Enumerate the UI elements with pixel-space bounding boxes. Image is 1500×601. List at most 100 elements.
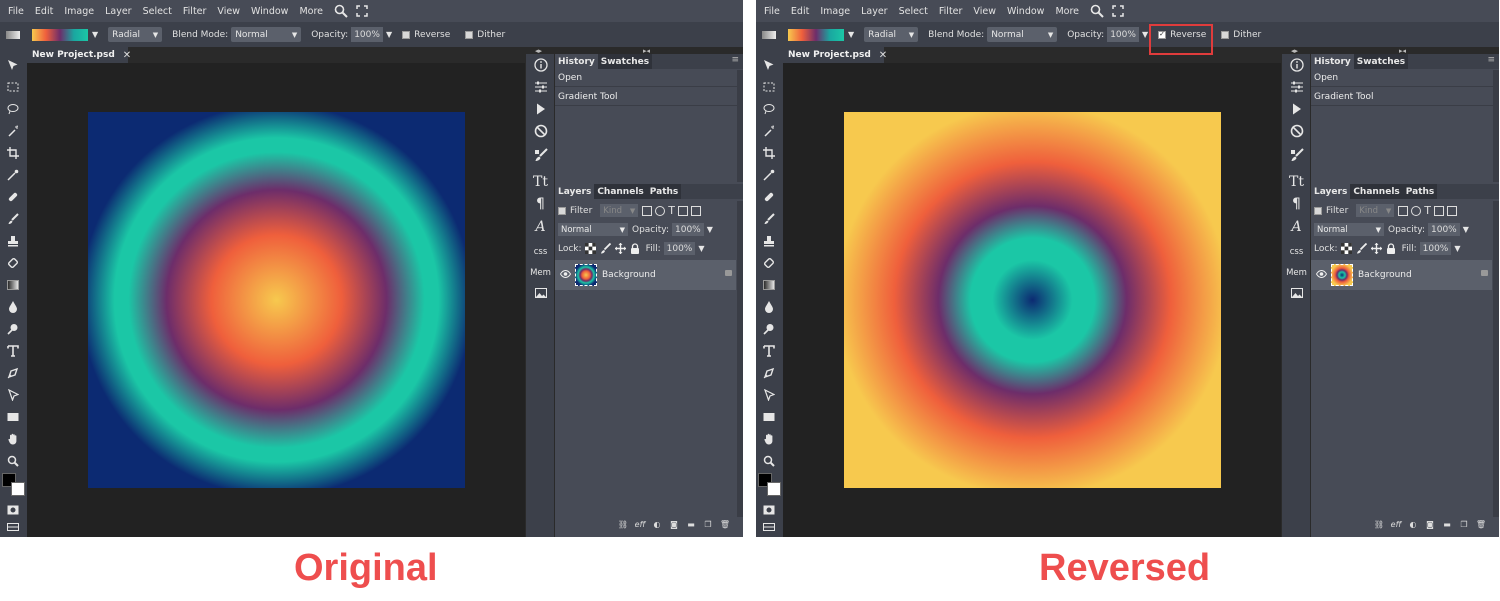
marquee-tool-icon[interactable] — [761, 79, 777, 95]
history-item[interactable]: Open — [555, 70, 737, 87]
lock-pixels-icon[interactable] — [1356, 243, 1367, 254]
info-icon[interactable] — [1288, 57, 1305, 73]
type-tool-icon[interactable] — [761, 343, 777, 359]
gradient-picker-arrow-icon[interactable]: ▼ — [92, 30, 98, 39]
lasso-tool-icon[interactable] — [5, 101, 21, 117]
canvas-area[interactable] — [783, 63, 1281, 537]
folder-icon[interactable]: ▬ — [685, 519, 697, 529]
tab-layers[interactable]: Layers — [555, 184, 595, 199]
path-selection-icon[interactable] — [761, 387, 777, 403]
blend-mode-select[interactable]: Normal ▼ — [987, 27, 1058, 42]
lock-pixels-icon[interactable] — [600, 243, 611, 254]
blur-tool-icon[interactable] — [761, 299, 777, 315]
fullscreen-icon[interactable] — [1112, 5, 1124, 17]
checkbox-box-checked[interactable]: ✓ — [1158, 30, 1167, 39]
new-layer-icon[interactable]: ❐ — [1458, 519, 1470, 529]
magic-wand-icon[interactable] — [761, 123, 777, 139]
healing-brush-icon[interactable] — [5, 189, 21, 205]
menu-select[interactable]: Select — [899, 6, 928, 17]
gradient-preview[interactable] — [788, 28, 844, 41]
link-icon[interactable]: ⛓ — [1373, 519, 1385, 529]
menu-window[interactable]: Window — [251, 6, 288, 17]
new-layer-icon[interactable]: ❐ — [702, 519, 714, 529]
menu-view[interactable]: View — [973, 6, 996, 17]
eyedropper-icon[interactable] — [5, 167, 21, 183]
clone-stamp-icon[interactable] — [5, 233, 21, 249]
hand-tool-icon[interactable] — [761, 431, 777, 447]
radial-gradient-artboard[interactable] — [88, 112, 465, 488]
layer-blend-select[interactable]: Normal ▼ — [1314, 223, 1384, 236]
history-scrollbar[interactable] — [737, 70, 743, 182]
tab-history[interactable]: History — [1311, 54, 1354, 69]
effects-icon[interactable]: eff — [1390, 519, 1402, 529]
menu-layer[interactable]: Layer — [105, 6, 132, 17]
gradient-type-select[interactable]: Radial ▼ — [864, 27, 919, 42]
menu-select[interactable]: Select — [143, 6, 172, 17]
opacity-arrow-icon[interactable]: ▼ — [386, 30, 392, 39]
magic-wand-icon[interactable] — [5, 123, 21, 139]
adjustment-filter-icon[interactable] — [655, 205, 666, 216]
color-swatches[interactable] — [758, 473, 782, 497]
menu-window[interactable]: Window — [1007, 6, 1044, 17]
history-item[interactable]: Gradient Tool — [1311, 89, 1493, 106]
rectangle-tool-icon[interactable] — [761, 409, 777, 425]
path-selection-icon[interactable] — [5, 387, 21, 403]
pen-tool-icon[interactable] — [761, 365, 777, 381]
menu-image[interactable]: Image — [820, 6, 850, 17]
play-icon[interactable] — [532, 101, 549, 117]
menu-layer[interactable]: Layer — [861, 6, 888, 17]
layer-thumbnail[interactable] — [575, 264, 597, 286]
eye-icon[interactable] — [1315, 269, 1328, 281]
quick-mask-icon[interactable] — [5, 502, 21, 518]
tab-channels[interactable]: Channels — [1350, 184, 1403, 199]
text-filter-icon[interactable]: T — [1424, 205, 1431, 216]
background-color[interactable] — [11, 482, 25, 496]
character-icon[interactable]: Tt — [1288, 174, 1305, 190]
tab-layers[interactable]: Layers — [1311, 184, 1351, 199]
gradient-picker-arrow-icon[interactable]: ▼ — [848, 30, 854, 39]
type-tool-icon[interactable] — [5, 343, 21, 359]
no-entry-icon[interactable] — [1288, 123, 1305, 139]
play-icon[interactable] — [1288, 101, 1305, 117]
layer-row-background[interactable]: Background — [1311, 260, 1492, 290]
menu-filter[interactable]: Filter — [939, 6, 963, 17]
character-icon[interactable]: Tt — [532, 174, 549, 190]
healing-brush-icon[interactable] — [761, 189, 777, 205]
lock-position-icon[interactable] — [614, 243, 626, 254]
checkbox-box[interactable] — [465, 30, 474, 39]
adjustment-layer-icon[interactable]: ◐ — [651, 519, 663, 529]
glyphs-icon[interactable]: A — [532, 219, 549, 235]
tab-swatches[interactable]: Swatches — [597, 54, 653, 69]
lock-position-icon[interactable] — [1370, 243, 1382, 254]
eye-icon[interactable] — [559, 269, 572, 281]
dodge-tool-icon[interactable] — [761, 321, 777, 337]
gradient-tool-icon[interactable] — [6, 30, 20, 39]
history-item[interactable]: Gradient Tool — [555, 89, 737, 106]
tab-channels[interactable]: Channels — [594, 184, 647, 199]
css-panel-label[interactable]: css — [528, 247, 553, 257]
fill-arrow-icon[interactable]: ▼ — [698, 244, 704, 253]
search-icon[interactable] — [1090, 4, 1104, 18]
history-scrollbar[interactable] — [1493, 70, 1499, 182]
fill-input[interactable]: 100% — [1419, 242, 1452, 255]
eyedropper-icon[interactable] — [761, 167, 777, 183]
css-panel-label[interactable]: css — [1284, 247, 1309, 257]
opacity-arrow-icon[interactable]: ▼ — [707, 225, 713, 234]
crop-tool-icon[interactable] — [761, 145, 777, 161]
dodge-tool-icon[interactable] — [5, 321, 21, 337]
checkbox-box[interactable] — [1221, 30, 1230, 39]
lasso-tool-icon[interactable] — [761, 101, 777, 117]
dither-checkbox[interactable]: Dither — [1221, 30, 1264, 40]
menu-more[interactable]: More — [1055, 6, 1079, 17]
marquee-tool-icon[interactable] — [5, 79, 21, 95]
brush-settings-icon[interactable] — [532, 147, 549, 163]
lock-transparency-icon[interactable] — [1340, 243, 1352, 254]
kind-select[interactable]: Kind ▼ — [600, 204, 639, 217]
trash-icon[interactable]: 🗑︎ — [1475, 519, 1487, 529]
layer-mask-icon[interactable]: ◙ — [1424, 519, 1436, 529]
opacity-input[interactable]: 100% — [351, 27, 383, 42]
layer-row-background[interactable]: Background — [555, 260, 736, 290]
tab-history[interactable]: History — [555, 54, 598, 69]
lock-all-icon[interactable] — [630, 243, 640, 254]
document-tab[interactable]: New Project.psd ✕ — [783, 47, 887, 63]
